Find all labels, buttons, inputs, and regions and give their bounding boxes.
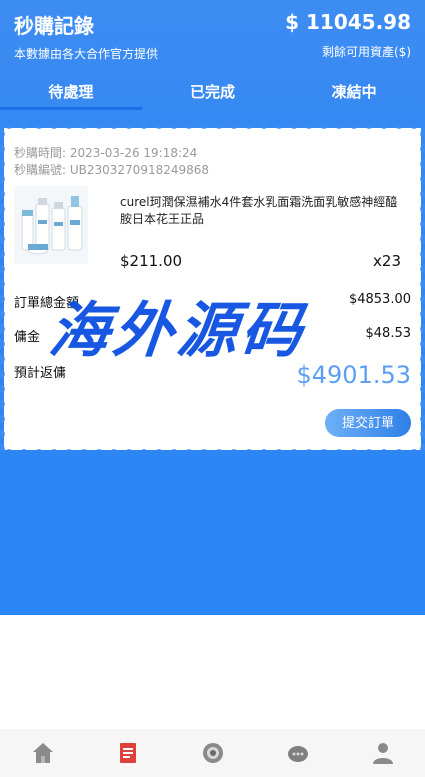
tab-frozen[interactable]: 凍結中 bbox=[283, 78, 425, 110]
service-icon bbox=[287, 746, 308, 762]
home-icon bbox=[32, 743, 53, 763]
product-image bbox=[14, 186, 88, 264]
nav-profile[interactable] bbox=[340, 729, 425, 777]
orders-icon bbox=[119, 743, 136, 763]
nav-service[interactable] bbox=[255, 729, 340, 777]
grab-icon bbox=[202, 743, 223, 763]
nav-orders[interactable] bbox=[85, 729, 170, 777]
nav-home[interactable] bbox=[0, 729, 85, 777]
card-scallop-left bbox=[0, 128, 10, 450]
nav-grab[interactable] bbox=[170, 729, 255, 777]
submit-order-button[interactable]: 提交訂單 bbox=[325, 409, 411, 437]
card-scallop-bottom bbox=[4, 444, 421, 454]
bottom-nav bbox=[0, 729, 425, 777]
page: 秒購記錄 本數據由各大合作官方提供 $ 11045.98 剩餘可用資產($) 待… bbox=[0, 0, 425, 777]
order-time: 秒購時間: 2023-03-26 19:18:24 bbox=[14, 146, 198, 160]
commission-value: $48.53 bbox=[365, 326, 412, 341]
tab-pending[interactable]: 待處理 bbox=[0, 78, 142, 110]
card-scallop-top bbox=[4, 124, 421, 134]
balance-label: 剩餘可用資產($) bbox=[322, 45, 411, 59]
product-quantity: x23 bbox=[373, 252, 401, 270]
page-title: 秒購記錄 bbox=[14, 14, 94, 38]
product-price: $211.00 bbox=[120, 252, 183, 270]
header: 秒購記錄 本數據由各大合作官方提供 $ 11045.98 剩餘可用資產($) bbox=[0, 0, 425, 70]
order-total-value: $4853.00 bbox=[348, 292, 411, 307]
commission-label: 傭金 bbox=[14, 330, 41, 345]
page-subtitle: 本數據由各大合作官方提供 bbox=[14, 47, 159, 61]
estimate-value: $4901.53 bbox=[296, 361, 411, 389]
product-name: curel珂潤保濕補水4件套水乳面霜洗面乳敏感神經醯胺日本花王正品 bbox=[120, 195, 398, 226]
card-scallop-right bbox=[415, 128, 425, 450]
tab-completed[interactable]: 已完成 bbox=[142, 78, 284, 110]
order-serial: 秒購編號: UB2303270918249868 bbox=[14, 163, 210, 177]
status-tabs: 待處理 已完成 凍結中 bbox=[0, 78, 425, 110]
profile-icon bbox=[372, 743, 393, 764]
balance-amount: $ 11045.98 bbox=[285, 10, 411, 34]
watermark: 海外源码 bbox=[45, 296, 310, 366]
